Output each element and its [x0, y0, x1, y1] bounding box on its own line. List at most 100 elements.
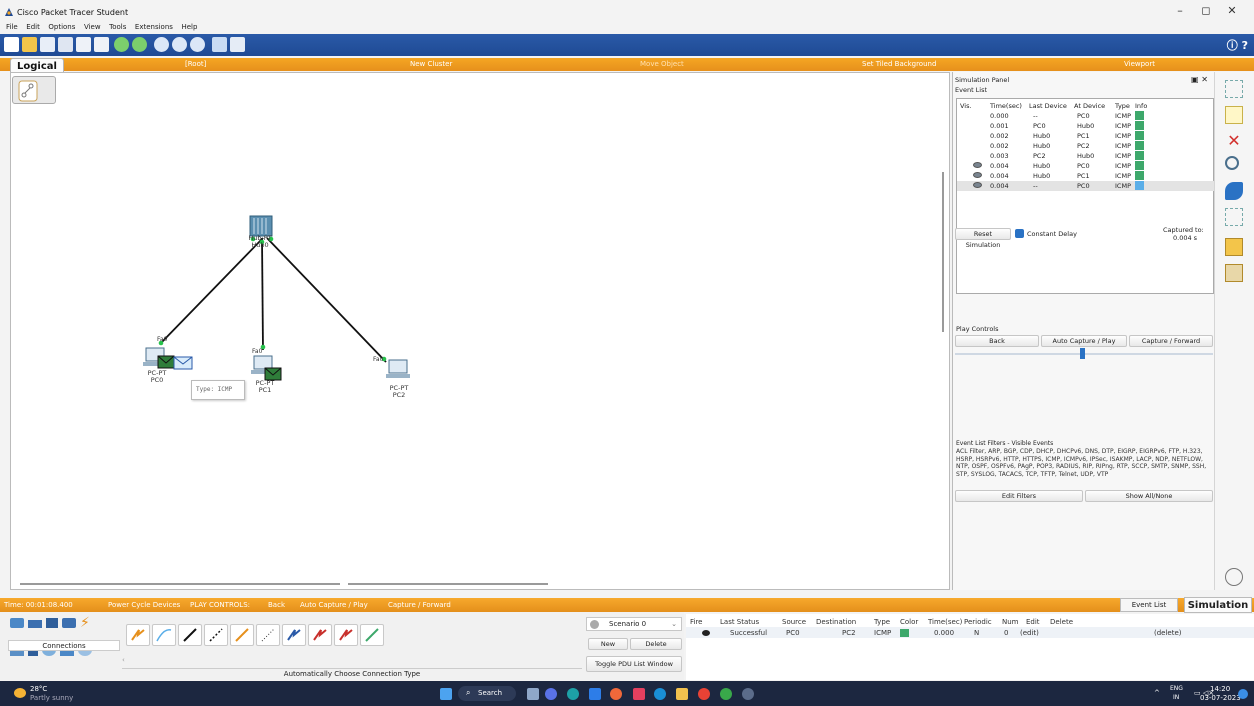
- zoom-out-icon[interactable]: [190, 37, 205, 52]
- language-top[interactable]: ENG: [1170, 685, 1183, 692]
- status-auto-capture-button[interactable]: Auto Capture / Play: [300, 601, 368, 609]
- firefox-icon[interactable]: [610, 688, 622, 700]
- constant-delay-checkbox[interactable]: [1015, 229, 1024, 238]
- switch-category-icon[interactable]: [28, 620, 42, 628]
- new-cluster-button[interactable]: New Cluster: [410, 60, 452, 68]
- new-file-icon[interactable]: [4, 37, 19, 52]
- add-complex-pdu-icon[interactable]: [1225, 264, 1243, 282]
- tray-chevron-icon[interactable]: ^: [1154, 689, 1160, 697]
- delete-icon[interactable]: ✕: [1225, 132, 1243, 150]
- clock-date[interactable]: 03-07-2023: [1200, 694, 1241, 702]
- app-icon[interactable]: [654, 688, 666, 700]
- edge-icon[interactable]: [567, 688, 579, 700]
- capture-forward-button[interactable]: Capture / Forward: [1129, 335, 1213, 347]
- draw-shape-icon[interactable]: [1225, 182, 1243, 200]
- pdu-edit-link[interactable]: (edit): [1020, 629, 1039, 637]
- speed-slider-handle[interactable]: [1080, 348, 1085, 359]
- eye-icon[interactable]: [973, 162, 982, 168]
- event-row[interactable]: 0.004 -- PC0 ICMP: [957, 181, 1214, 191]
- event-info-swatch[interactable]: [1135, 131, 1144, 140]
- language-bottom[interactable]: IN: [1173, 694, 1179, 701]
- back-button[interactable]: Back: [955, 335, 1039, 347]
- event-row[interactable]: 0.001 PC0 Hub0 ICMP: [957, 121, 1214, 131]
- reset-simulation-button[interactable]: Reset Simulation: [955, 228, 1011, 249]
- status-capture-forward-button[interactable]: Capture / Forward: [388, 601, 451, 609]
- menu-extensions[interactable]: Extensions: [135, 20, 173, 34]
- panel-close-icon[interactable]: ▣ ✕: [1191, 75, 1208, 84]
- palette-icon[interactable]: [212, 37, 227, 52]
- auto-capture-play-button[interactable]: Auto Capture / Play: [1041, 335, 1127, 347]
- menu-tools[interactable]: Tools: [109, 20, 126, 34]
- open-folder-icon[interactable]: [22, 37, 37, 52]
- pdu-delete-link[interactable]: (delete): [1154, 629, 1182, 637]
- print-icon[interactable]: [58, 37, 73, 52]
- event-info-swatch[interactable]: [1135, 161, 1144, 170]
- store-icon[interactable]: [589, 688, 601, 700]
- event-row[interactable]: 0.002 Hub0 PC2 ICMP: [957, 141, 1214, 151]
- chat-icon[interactable]: [545, 688, 557, 700]
- eye-icon[interactable]: [973, 182, 982, 188]
- show-all-none-button[interactable]: Show All/None: [1085, 490, 1213, 502]
- scroll-left-icon[interactable]: ‹: [122, 656, 125, 664]
- delete-scenario-button[interactable]: Delete: [630, 638, 682, 650]
- menu-edit[interactable]: Edit: [26, 20, 40, 34]
- router-category-icon[interactable]: [10, 618, 24, 628]
- menu-help[interactable]: Help: [181, 20, 197, 34]
- menu-options[interactable]: Options: [48, 20, 75, 34]
- fire-icon[interactable]: [702, 630, 710, 636]
- close-button[interactable]: ✕: [1222, 4, 1242, 17]
- save-icon[interactable]: [40, 37, 55, 52]
- event-row[interactable]: 0.000 -- PC0 ICMP: [957, 111, 1214, 121]
- power-cycle-devices-button[interactable]: Power Cycle Devices: [108, 601, 180, 609]
- event-info-swatch[interactable]: [1135, 151, 1144, 160]
- minimize-button[interactable]: –: [1170, 4, 1190, 17]
- event-row[interactable]: 0.004 Hub0 PC1 ICMP: [957, 171, 1214, 181]
- status-back-button[interactable]: Back: [268, 601, 285, 609]
- hub-category-icon[interactable]: [46, 618, 58, 628]
- connections-category-icon[interactable]: ⚡: [80, 616, 94, 630]
- file-explorer-icon[interactable]: [676, 688, 688, 700]
- event-row[interactable]: 0.002 Hub0 PC1 ICMP: [957, 131, 1214, 141]
- weather-icon[interactable]: [14, 688, 26, 698]
- inspect-icon[interactable]: [1225, 156, 1239, 170]
- root-button[interactable]: [Root]: [185, 60, 206, 68]
- notification-icon[interactable]: [1238, 689, 1248, 699]
- event-info-swatch[interactable]: [1135, 171, 1144, 180]
- zoom-in-icon[interactable]: [154, 37, 169, 52]
- custom-device-icon[interactable]: [230, 37, 245, 52]
- select-icon[interactable]: [1225, 80, 1243, 98]
- logical-tab[interactable]: Logical: [10, 58, 64, 73]
- scenario-select[interactable]: Scenario 0 ⌄: [586, 617, 682, 631]
- help-icon[interactable]: ⓘ ?: [1227, 37, 1248, 53]
- slack-icon[interactable]: [633, 688, 645, 700]
- packet-tracer-taskbar-icon[interactable]: [742, 688, 754, 700]
- windows-start-icon[interactable]: [440, 688, 452, 700]
- task-view-icon[interactable]: [527, 688, 539, 700]
- chrome-profile-icon[interactable]: [720, 688, 732, 700]
- undo-icon[interactable]: [114, 37, 129, 52]
- edit-filters-button[interactable]: Edit Filters: [955, 490, 1083, 502]
- resize-shape-icon[interactable]: [1225, 208, 1243, 226]
- event-info-swatch[interactable]: [1135, 121, 1144, 130]
- clock-time[interactable]: 14:20: [1210, 685, 1230, 693]
- simulation-tab[interactable]: Simulation: [1184, 597, 1252, 613]
- maximize-button[interactable]: ◻: [1196, 4, 1216, 17]
- event-info-swatch[interactable]: [1135, 181, 1144, 190]
- menu-view[interactable]: View: [84, 20, 101, 34]
- copy-icon[interactable]: [94, 37, 109, 52]
- event-row[interactable]: 0.003 PC2 Hub0 ICMP: [957, 151, 1214, 161]
- simulation-mode-icon[interactable]: [1225, 568, 1243, 586]
- new-scenario-button[interactable]: New: [588, 638, 628, 650]
- event-info-swatch[interactable]: [1135, 111, 1144, 120]
- note-icon[interactable]: [1225, 106, 1243, 124]
- event-info-swatch[interactable]: [1135, 141, 1144, 150]
- taskbar-search-box[interactable]: ⌕ Search: [458, 686, 516, 701]
- eye-icon[interactable]: [973, 172, 982, 178]
- event-row[interactable]: 0.004 Hub0 PC0 ICMP: [957, 161, 1214, 171]
- event-list-button[interactable]: Event List: [1120, 598, 1178, 612]
- redo-icon[interactable]: [132, 37, 147, 52]
- viewport-button[interactable]: Viewport: [1124, 60, 1155, 68]
- set-tiled-background-button[interactable]: Set Tiled Background: [862, 60, 936, 68]
- activity-wizard-icon[interactable]: [76, 37, 91, 52]
- zoom-reset-icon[interactable]: [172, 37, 187, 52]
